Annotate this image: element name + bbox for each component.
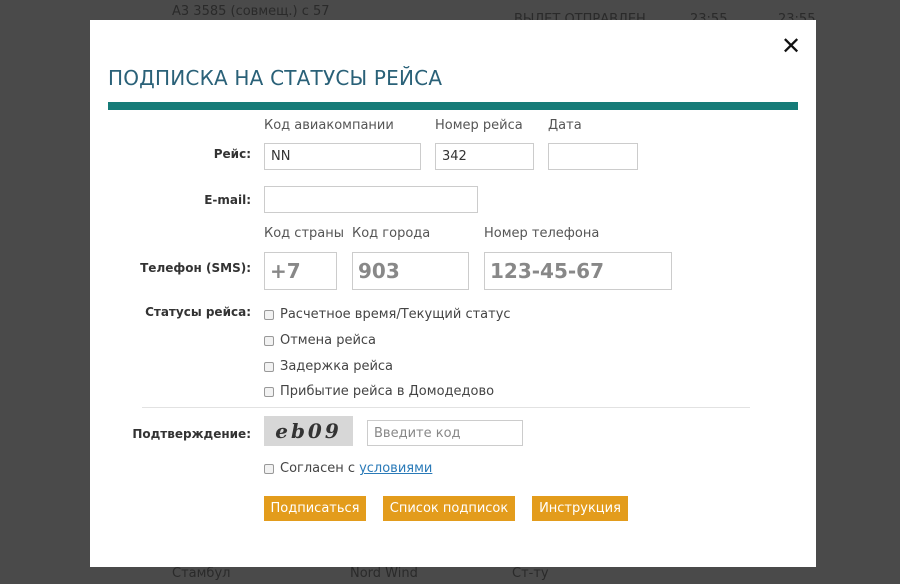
agree-text: Согласен с [280, 461, 356, 476]
checkbox[interactable] [264, 386, 274, 397]
background-airline: Nord Wind [350, 566, 418, 581]
email-label: E-mail: [204, 193, 251, 207]
statuses-label: Статусы рейса: [145, 305, 251, 319]
background-flight-text: А3 3585 (совмещ.) с 57 [172, 4, 330, 19]
modal-title: ПОДПИСКА НА СТАТУСЫ РЕЙСА [108, 66, 443, 90]
status-option-label: Отмена рейса [280, 333, 377, 348]
background-city: Стамбул [172, 566, 231, 581]
city-code-input[interactable] [352, 252, 469, 290]
country-code-label: Код страны [264, 226, 345, 241]
flight-number-input[interactable] [435, 143, 534, 170]
status-option-label: Задержка рейса [280, 359, 394, 374]
status-option-arrival[interactable]: Прибытие рейса в Домодедово [264, 384, 494, 399]
captcha-image: eb09 [264, 416, 353, 446]
section-divider [142, 407, 750, 408]
subscriptions-list-button[interactable]: Список подписок [383, 496, 515, 521]
status-option-label: Расчетное время/Текущий статус [280, 307, 511, 322]
subscribe-button[interactable]: Подписаться [264, 496, 366, 521]
subscription-modal: ✕ ПОДПИСКА НА СТАТУСЫ РЕЙСА Код авиакомп… [90, 20, 816, 567]
phone-label: Телефон (SMS): [140, 261, 251, 275]
flight-number-label: Номер рейса [435, 118, 523, 133]
background-extra: Ст-ту [512, 566, 549, 581]
date-input[interactable] [548, 143, 638, 170]
airline-code-label: Код авиакомпании [264, 118, 394, 133]
status-option-delay[interactable]: Задержка рейса [264, 359, 393, 374]
country-code-input[interactable] [264, 252, 337, 290]
email-field[interactable] [264, 186, 478, 213]
checkbox[interactable] [264, 309, 274, 320]
date-label: Дата [548, 118, 582, 133]
status-option-cancel[interactable]: Отмена рейса [264, 333, 376, 348]
status-option-label: Прибытие рейса в Домодедово [280, 384, 495, 399]
flight-label: Рейс: [213, 147, 251, 161]
confirmation-label: Подтверждение: [132, 427, 251, 441]
phone-number-label: Номер телефона [484, 226, 600, 241]
close-icon[interactable]: ✕ [779, 34, 803, 58]
instructions-button[interactable]: Инструкция [532, 496, 628, 521]
phone-number-input[interactable] [484, 252, 672, 290]
terms-link[interactable]: условиями [359, 461, 432, 476]
airline-code-input[interactable] [264, 143, 421, 170]
checkbox[interactable] [264, 335, 274, 346]
checkbox[interactable] [264, 361, 274, 372]
captcha-input[interactable] [367, 420, 523, 446]
checkbox[interactable] [264, 463, 274, 474]
agree-terms[interactable]: Согласен с условиями [264, 461, 432, 476]
city-code-label: Код города [352, 226, 431, 241]
title-underline [108, 102, 798, 110]
status-option-estimated[interactable]: Расчетное время/Текущий статус [264, 307, 511, 322]
